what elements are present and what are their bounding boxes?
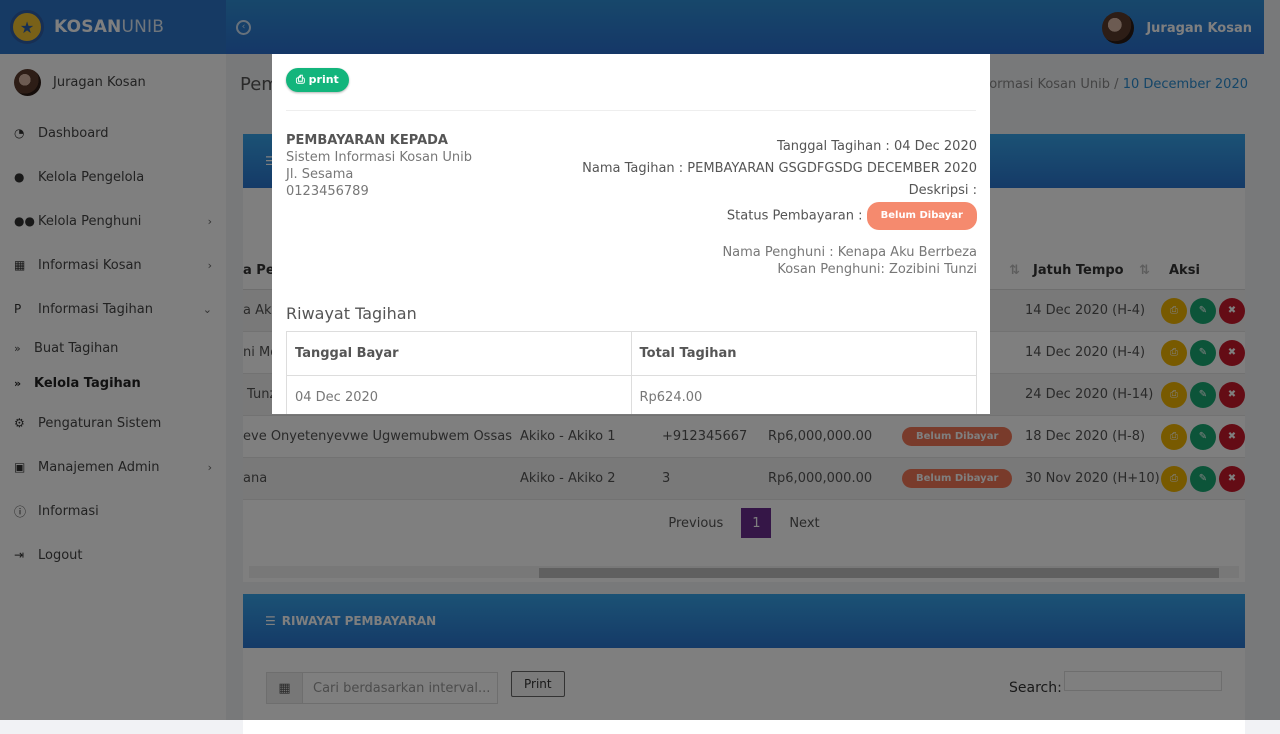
nama-penghuni: Nama Penghuni : Kenapa Aku Berrbeza	[722, 245, 977, 260]
pay-to-address: Jl. Sesama	[286, 167, 354, 182]
cell-total-tagihan: Rp624.00	[639, 390, 703, 405]
print-icon: ⎙	[296, 73, 309, 86]
pay-to-phone: 0123456789	[286, 184, 369, 199]
modal-print-button[interactable]: ⎙ print	[286, 68, 349, 92]
cell-tanggal-bayar: 04 Dec 2020	[287, 376, 632, 414]
nama-tagihan: Nama Tagihan : PEMBAYARAN GSGDFGSDG DECE…	[582, 161, 977, 176]
tanggal-tagihan: Tanggal Tagihan : 04 Dec 2020	[777, 139, 977, 154]
pay-to-name: Sistem Informasi Kosan Unib	[286, 150, 472, 165]
table-row: 04 Dec 2020 Rp624.00	[287, 376, 976, 414]
invoice-modal: ⎙ print PEMBAYARAN KEPADA Sistem Informa…	[272, 54, 990, 414]
header-tanggal-bayar: Tanggal Bayar	[287, 332, 632, 375]
riwayat-tagihan-table: Tanggal Bayar Total Tagihan 04 Dec 2020 …	[286, 331, 977, 414]
kosan-penghuni: Kosan Penghuni: Zozibini Tunzi	[777, 262, 977, 277]
invoice-info: Tanggal Tagihan : 04 Dec 2020 Nama Tagih…	[582, 136, 977, 230]
penghuni-info: Nama Penghuni : Kenapa Aku Berrbeza Kosa…	[722, 244, 977, 278]
riwayat-tagihan-title: Riwayat Tagihan	[286, 304, 417, 323]
status-pembayaran: Status Pembayaran : Belum Dibayar	[582, 202, 977, 230]
pay-to-block: PEMBAYARAN KEPADA Sistem Informasi Kosan…	[286, 132, 472, 200]
divider	[286, 110, 976, 111]
table-header: Tanggal Bayar Total Tagihan	[287, 332, 976, 376]
header-total-tagihan: Total Tagihan	[639, 346, 737, 361]
pay-to-title: PEMBAYARAN KEPADA	[286, 133, 448, 148]
deskripsi: Deskripsi :	[908, 183, 977, 198]
status-badge: Belum Dibayar	[866, 202, 977, 230]
